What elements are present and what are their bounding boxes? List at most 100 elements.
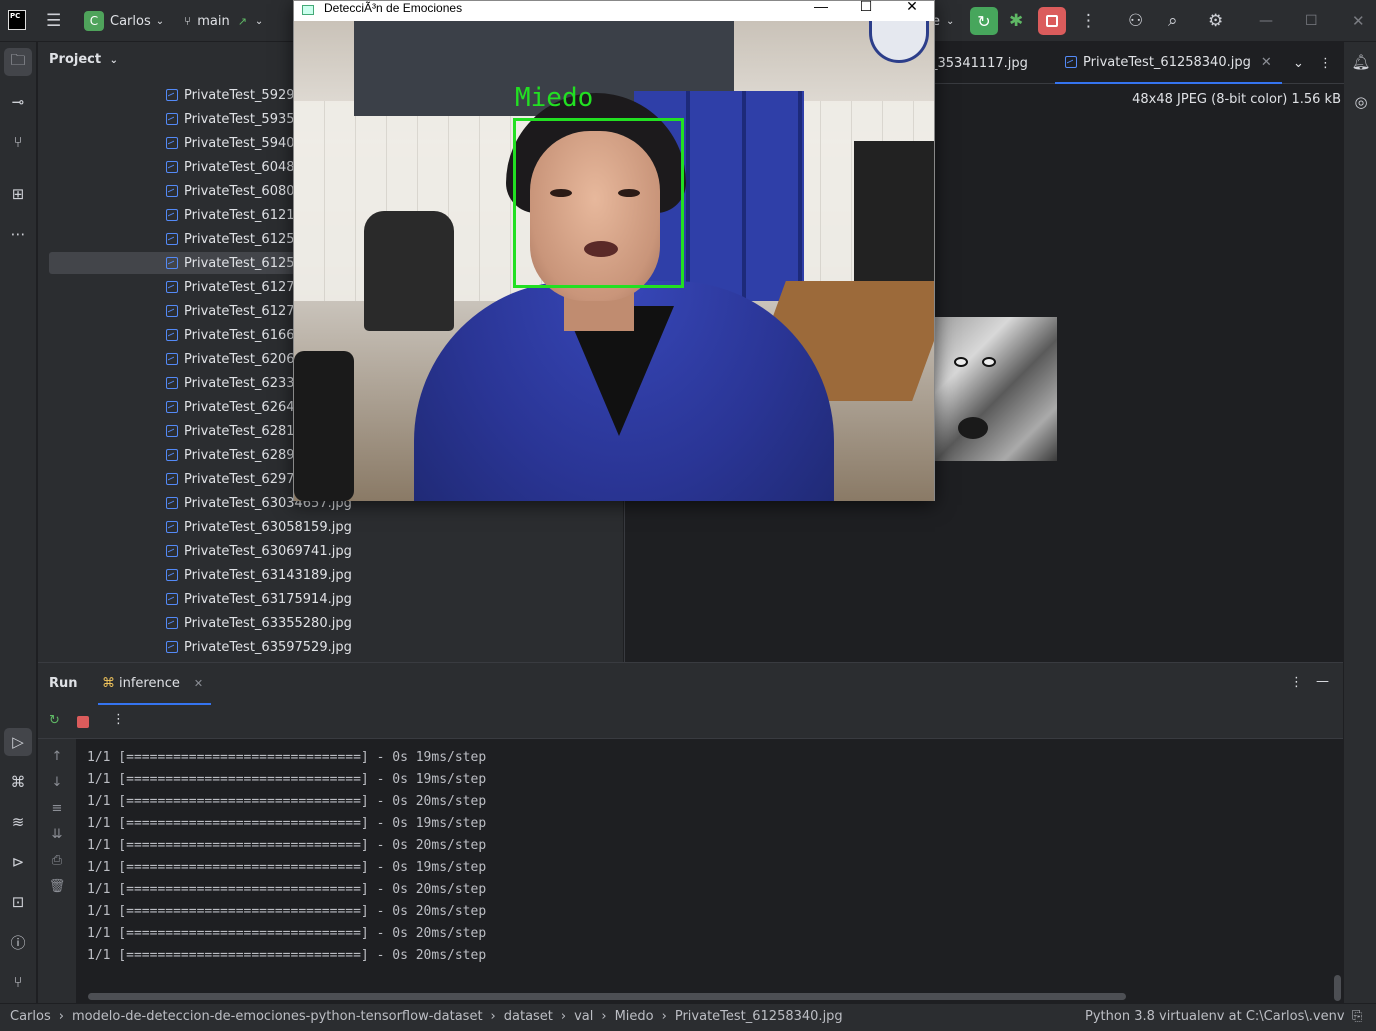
close-tab-icon[interactable]: ✕ [194,677,203,690]
add-user-icon: ⚇ [1128,11,1144,31]
notifications-button[interactable]: 🔔︎ [1347,48,1375,76]
file-tree-item[interactable]: PrivateTest_6166 [166,324,295,346]
settings-button[interactable]: ⚙ [1208,0,1223,42]
vertical-scrollbar[interactable] [1334,975,1341,1001]
branch-switcher[interactable]: ⑂ main ↗ ⌄ [184,0,263,42]
problems-tool-button[interactable]: ⓘ [4,928,32,956]
more-actions-button[interactable]: ⋮ [1080,0,1097,42]
file-tree-item[interactable]: PrivateTest_6264 [166,396,295,418]
more-horizontal-icon: ⋯ [10,225,26,243]
editor-tab-active[interactable]: PrivateTest_61258340.jpg ✕ [1055,42,1282,84]
file-tree-item[interactable]: PrivateTest_63175914.jpg [166,588,352,610]
file-tree-item[interactable]: PrivateTest_6080 [166,180,295,202]
main-menu-button[interactable]: ☰ [46,0,61,42]
structure-tool-button[interactable]: ⊞ [4,180,32,208]
file-tree-item[interactable]: PrivateTest_63069741.jpg [166,540,352,562]
breadcrumb-item[interactable]: modelo-de-deteccion-de-emociones-python-… [72,1009,483,1024]
breadcrumb-item[interactable]: PrivateTest_61258340.jpg [675,1009,843,1024]
cv-maximize-button[interactable]: ☐ [854,0,878,18]
file-tree-item[interactable]: PrivateTest_5940 [166,132,295,154]
file-tree-item[interactable]: PrivateTest_6297 [166,468,295,490]
run-panel-title: Run [49,676,78,691]
ai-assistant-icon: ◎ [1354,93,1368,111]
add-user-button[interactable]: ⚇ [1128,0,1143,42]
run-more-button[interactable]: ⋮ [112,712,125,727]
file-tree-item[interactable]: PrivateTest_5935 [166,108,295,130]
clear-console-button[interactable]: 🗑︎ [48,879,66,897]
commit-tool-button[interactable]: ⊸ [4,88,32,116]
file-tree-item[interactable]: PrivateTest_61214 [166,204,303,226]
cv-window-titlebar[interactable]: DetecciÃ³n de Emociones — ☐ ✕ [294,0,934,21]
breadcrumb-item[interactable]: dataset [504,1009,553,1024]
tabs-dropdown-button[interactable]: ⌄ [1293,42,1304,84]
image-file-icon [166,329,178,341]
hide-panel-button[interactable]: — [1316,674,1329,689]
rerun-button[interactable]: ↻ [970,7,998,35]
file-tree-item[interactable]: PrivateTest_6125 [166,252,295,274]
debug-button[interactable]: ✱ [1009,0,1023,42]
file-tree-item[interactable]: PrivateTest_6289 [166,444,295,466]
layers-tool-button[interactable]: ≋ [4,808,32,836]
run-tab-inference[interactable]: ⌘ inference ✕ [98,663,211,705]
more-tools-button[interactable]: ⋯ [4,220,32,248]
project-switcher[interactable]: C Carlos ⌄ [84,0,164,42]
file-tree-item[interactable]: PrivateTest_63058159.jpg [166,516,352,538]
breadcrumb-item[interactable]: val [574,1009,593,1024]
git-tool-button[interactable]: ⑂ [4,968,32,996]
terminal-tool-button[interactable]: ⊡ [4,888,32,916]
maximize-icon: ☐ [1305,13,1318,29]
image-file-icon [166,113,178,125]
minimize-button[interactable]: — [1259,0,1273,42]
more-vertical-icon: ⋮ [1290,675,1303,690]
file-tree-item[interactable]: PrivateTest_63143189.jpg [166,564,352,586]
file-tree-item[interactable]: PrivateTest_61277 [166,276,303,298]
horizontal-scrollbar[interactable] [88,993,1126,1000]
soft-wrap-button[interactable]: ≡ [48,801,66,819]
interpreter-status[interactable]: Python 3.8 virtualenv at C:\Carlos\.venv [1085,1009,1345,1024]
run-config-selector[interactable]: e ⌄ [932,0,954,42]
breadcrumb-separator-icon: › [490,1009,496,1024]
cv-minimize-button[interactable]: — [809,0,833,18]
project-tool-button[interactable]: 🗀 [4,48,32,76]
editor-tab-inactive[interactable]: _35341117.jpg [931,42,1028,84]
search-button[interactable]: ⌕ [1168,0,1178,42]
tabs-more-button[interactable]: ⋮ [1319,42,1332,84]
stop-button[interactable] [1038,7,1066,35]
ai-assistant-button[interactable]: ◎ [1347,88,1375,116]
cv-close-button[interactable]: ✕ [900,0,924,18]
print-button[interactable]: ⎙ [48,853,66,871]
file-tree-item[interactable]: PrivateTest_63597529.jpg [166,636,352,658]
services-tool-button[interactable]: ⊳ [4,848,32,876]
file-tree-item[interactable]: PrivateTest_6125 [166,228,295,250]
run-tool-button[interactable]: ▷ [4,728,32,756]
pull-requests-tool-button[interactable]: ⑂ [4,128,32,156]
file-tree-item[interactable]: PrivateTest_61278 [166,300,303,322]
file-tree-item[interactable]: PrivateTest_6233 [166,372,295,394]
file-tree-item[interactable]: PrivateTest_63355280.jpg [166,612,352,634]
scroll-to-end-icon: ⇊ [51,827,63,842]
file-tree-item[interactable]: PrivateTest_6206 [166,348,295,370]
console-output[interactable]: 1/1 [==============================] - 0… [76,739,1343,1004]
run-panel-options-button[interactable]: ⋮ [1290,675,1303,690]
lock-icon[interactable]: ⎘ [1352,1009,1362,1024]
file-name: PrivateTest_61214 [184,207,303,223]
minimize-icon: — [1316,674,1329,689]
file-tree-item[interactable]: PrivateTest_6048 [166,156,295,178]
file-tree-item[interactable]: PrivateTest_5929 [166,84,295,106]
image-file-icon [166,185,178,197]
close-tab-icon[interactable]: ✕ [1261,55,1272,70]
breadcrumb-root[interactable]: Carlos [10,1009,51,1024]
scroll-up-button[interactable]: ↑ [48,749,66,767]
scroll-to-end-button[interactable]: ⇊ [48,827,66,845]
maximize-button[interactable]: ☐ [1305,0,1318,42]
rerun-button[interactable]: ↻ [49,713,60,728]
git-branch-icon: ⑂ [13,973,23,991]
python-console-tool-button[interactable]: ⌘ [4,768,32,796]
stop-button[interactable] [77,716,89,728]
file-tree-item[interactable]: PrivateTest_6281 [166,420,295,442]
scroll-down-button[interactable]: ↓ [48,775,66,793]
project-panel-header[interactable]: Project ⌄ [49,52,118,67]
breadcrumb-item[interactable]: Miedo [615,1009,654,1024]
close-window-button[interactable]: ✕ [1352,0,1365,42]
image-file-icon [166,401,178,413]
